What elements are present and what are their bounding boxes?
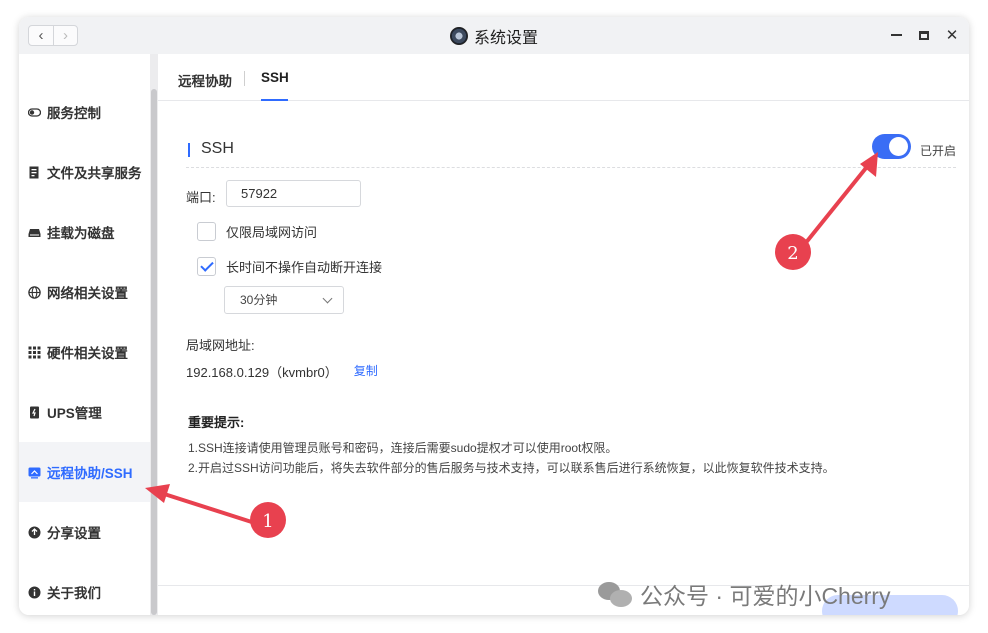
watermark-text: 公众号 · 可爱的小Cherry bbox=[640, 583, 891, 609]
settings-window: ‹ › 系统设置 ✕ 服务控制 文件及共享服务 挂载为磁盘 网络相关设置 硬件相… bbox=[19, 17, 969, 615]
lan-only-checkbox[interactable] bbox=[197, 221, 216, 241]
sidebar-item-ups[interactable]: UPS管理 bbox=[19, 382, 150, 442]
sidebar-item-label: 网络相关设置 bbox=[47, 286, 128, 301]
screen: ‹ › 系统设置 ✕ 服务控制 文件及共享服务 挂载为磁盘 网络相关设置 硬件相… bbox=[0, 0, 988, 633]
ssh-section-header: SSH 已开启 bbox=[186, 134, 957, 168]
watermark: 公众号 · 可爱的小Cherry bbox=[598, 577, 890, 611]
lan-address-row: 192.168.0.129（kvmbr0） 复制 bbox=[186, 362, 378, 381]
info-icon bbox=[28, 586, 41, 599]
main-panel: 远程协助 SSH SSH 已开启 端口: 57922 仅限局域网访问 长时间不操… bbox=[158, 54, 969, 615]
window-title-group: 系统设置 bbox=[19, 17, 969, 54]
scrollbar-thumb[interactable] bbox=[151, 89, 157, 615]
auto-disconnect-checkbox[interactable] bbox=[197, 256, 216, 276]
maximize-icon bbox=[919, 30, 929, 40]
remote-icon bbox=[28, 466, 41, 479]
tab-bar: 远程协助 SSH bbox=[158, 54, 969, 101]
minimize-button[interactable] bbox=[889, 25, 903, 45]
sidebar-item-label: 硬件相关设置 bbox=[47, 346, 128, 361]
minimize-icon bbox=[890, 34, 902, 36]
port-label: 端口: bbox=[186, 190, 216, 205]
sidebar-item-label: 分享设置 bbox=[47, 526, 101, 541]
grid-icon bbox=[28, 346, 41, 359]
close-icon: ✕ bbox=[945, 27, 959, 44]
sidebar-item-label: 挂载为磁盘 bbox=[47, 226, 115, 241]
notice-title: 重要提示: bbox=[188, 415, 245, 430]
notice-line-2: 2.开启过SSH访问功能后，将失去软件部分的售后服务与技术支持，可以联系售后进行… bbox=[188, 461, 835, 475]
sidebar-item-label: 文件及共享服务 bbox=[47, 166, 142, 181]
tab-ssh[interactable]: SSH bbox=[261, 70, 289, 85]
tab-divider bbox=[244, 71, 245, 86]
lan-address-value: 192.168.0.129（kvmbr0） bbox=[186, 365, 338, 380]
section-accent-bar bbox=[188, 143, 190, 157]
chevron-down-icon bbox=[322, 293, 333, 304]
title-bar: ‹ › 系统设置 ✕ bbox=[19, 17, 969, 54]
disk-icon bbox=[28, 226, 41, 239]
sidebar-item-service-control[interactable]: 服务控制 bbox=[19, 82, 150, 142]
close-button[interactable]: ✕ bbox=[945, 25, 959, 45]
sidebar: 服务控制 文件及共享服务 挂载为磁盘 网络相关设置 硬件相关设置 UPS管理 远… bbox=[19, 54, 150, 615]
globe-icon bbox=[28, 285, 41, 299]
sidebar-item-label: 服务控制 bbox=[47, 106, 101, 121]
active-tab-indicator bbox=[261, 99, 288, 101]
lan-address-label: 局域网地址: bbox=[186, 338, 255, 353]
sidebar-item-label: UPS管理 bbox=[47, 406, 102, 421]
sidebar-scrollbar[interactable] bbox=[150, 54, 158, 615]
timeout-select[interactable]: 30分钟 bbox=[224, 286, 344, 314]
toggle-icon bbox=[28, 106, 41, 119]
sidebar-item-about[interactable]: 关于我们 bbox=[19, 562, 150, 615]
port-input[interactable]: 57922 bbox=[226, 180, 361, 207]
settings-app-icon bbox=[449, 26, 468, 45]
ssh-toggle[interactable] bbox=[872, 134, 911, 159]
sidebar-item-network[interactable]: 网络相关设置 bbox=[19, 262, 150, 322]
auto-disconnect-label: 长时间不操作自动断开连接 bbox=[226, 259, 383, 275]
wechat-icon bbox=[598, 580, 632, 608]
copy-link[interactable]: 复制 bbox=[354, 362, 378, 381]
tab-remote-assist[interactable]: 远程协助 bbox=[178, 70, 232, 90]
auto-disconnect-option[interactable]: 长时间不操作自动断开连接 bbox=[197, 256, 382, 276]
toggle-status-label: 已开启 bbox=[920, 144, 957, 158]
toggle-knob bbox=[889, 137, 908, 156]
share-icon bbox=[28, 526, 41, 539]
lan-only-option[interactable]: 仅限局域网访问 bbox=[197, 221, 317, 241]
window-title: 系统设置 bbox=[473, 29, 538, 47]
sidebar-item-share-settings[interactable]: 分享设置 bbox=[19, 502, 150, 562]
section-title: SSH bbox=[201, 140, 234, 157]
maximize-button[interactable] bbox=[917, 25, 931, 45]
sidebar-item-label: 远程协助/SSH bbox=[47, 466, 133, 481]
sidebar-item-hardware[interactable]: 硬件相关设置 bbox=[19, 322, 150, 382]
file-icon bbox=[28, 166, 41, 179]
sidebar-item-label: 关于我们 bbox=[47, 586, 101, 601]
sidebar-item-file-sharing[interactable]: 文件及共享服务 bbox=[19, 142, 150, 202]
lan-only-label: 仅限局域网访问 bbox=[226, 224, 318, 240]
sidebar-item-remote-ssh[interactable]: 远程协助/SSH bbox=[19, 442, 150, 502]
timeout-value: 30分钟 bbox=[240, 293, 278, 307]
window-controls: ✕ bbox=[889, 25, 959, 45]
notice-line-1: 1.SSH连接请使用管理员账号和密码，连接后需要sudo提权才可以使用root权… bbox=[188, 441, 618, 455]
ups-icon bbox=[28, 406, 41, 419]
sidebar-item-mount-disk[interactable]: 挂载为磁盘 bbox=[19, 202, 150, 262]
